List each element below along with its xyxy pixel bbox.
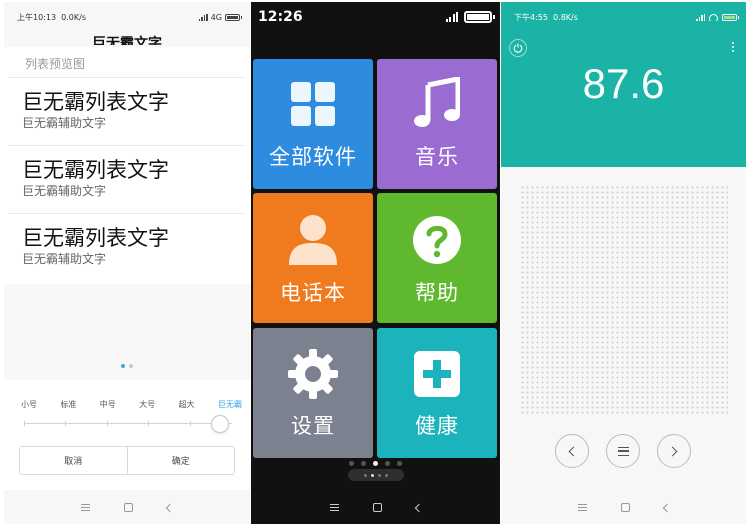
tile-label: 电话本: [280, 281, 346, 305]
slider-handle[interactable]: [211, 415, 229, 433]
music-note-icon: [414, 77, 460, 127]
size-option-large[interactable]: 大号: [139, 399, 155, 410]
tile-health[interactable]: 健康: [377, 328, 497, 458]
list-item: 巨无霸列表文字 巨无霸辅助文字: [8, 146, 246, 214]
home-icon[interactable]: [124, 503, 133, 512]
navigation-bar: [501, 491, 746, 524]
plus-icon: [414, 351, 460, 397]
list-item-subtitle: 巨无霸辅助文字: [22, 252, 107, 266]
wifi-icon: [709, 13, 718, 21]
navigation-bar: [251, 491, 500, 524]
menu-icon[interactable]: [329, 504, 339, 511]
status-bar: 上午10:13 0.0K/s 4G: [4, 2, 250, 32]
battery-icon: [464, 11, 495, 23]
size-option-medium[interactable]: 中号: [100, 399, 116, 410]
elderly-launcher-screen: 12:26 全部软件 音乐 电话本 帮助 设置 健康: [251, 2, 500, 524]
font-size-slider[interactable]: [24, 421, 232, 426]
dialog-buttons: 取消 确定: [19, 446, 235, 475]
battery-icon: [225, 13, 242, 21]
tile-label: 帮助: [415, 281, 459, 305]
status-time-speed: 上午10:13 0.0K/s: [17, 12, 86, 22]
list-item-title: 巨无霸列表文字: [22, 90, 169, 114]
menu-icon[interactable]: [577, 504, 587, 511]
chevron-left-icon: [568, 446, 579, 456]
more-options-icon[interactable]: [732, 42, 734, 52]
tile-label: 设置: [291, 414, 335, 438]
chevron-right-icon: [667, 446, 678, 456]
tile-help[interactable]: 帮助: [377, 193, 497, 323]
list-item: 巨无霸列表文字 巨无霸辅助文字: [8, 78, 246, 146]
home-icon[interactable]: [372, 503, 382, 512]
list-item-subtitle: 巨无霸辅助文字: [22, 184, 107, 198]
signal-icon: [198, 13, 208, 21]
tile-label: 健康: [415, 414, 459, 438]
power-button[interactable]: [509, 39, 527, 57]
home-icon[interactable]: [620, 503, 630, 512]
navigation-bar: [4, 491, 250, 524]
status-time-speed: 下午4:55 0.8K/s: [514, 12, 578, 22]
power-icon: [513, 43, 523, 53]
status-icons: 4G: [198, 12, 242, 22]
font-size-panel: 小号 标准 中号 大号 超大 巨无霸 取消 确定: [4, 380, 250, 490]
size-option-standard[interactable]: 标准: [60, 399, 76, 410]
grid-icon: [291, 82, 335, 126]
frequency-display: 87.6: [582, 60, 665, 107]
tile-label: 音乐: [415, 145, 459, 169]
speaker-grille: [520, 185, 728, 415]
size-option-xlarge[interactable]: 超大: [179, 399, 195, 410]
status-time: 12:26: [258, 9, 303, 25]
size-option-small[interactable]: 小号: [21, 399, 37, 410]
tile-music[interactable]: 音乐: [377, 59, 497, 189]
status-bar: 下午4:55 0.8K/s: [501, 2, 746, 32]
confirm-button[interactable]: 确定: [128, 447, 235, 474]
list-item-title: 巨无霸列表文字: [22, 226, 169, 250]
contact-icon: [289, 215, 337, 265]
signal-icon: [696, 13, 705, 21]
list-item-subtitle: 巨无霸辅助文字: [22, 116, 107, 130]
list-item-title: 巨无霸列表文字: [22, 158, 169, 182]
font-size-settings-screen: 上午10:13 0.0K/s 4G 巨无霸文字 列表预览图 巨无霸列表文字 巨无…: [4, 2, 250, 524]
station-list-button[interactable]: [606, 434, 640, 468]
list-icon: [617, 446, 629, 456]
previous-station-button[interactable]: [555, 434, 589, 468]
fm-radio-screen: 下午4:55 0.8K/s 87.6: [501, 2, 746, 524]
battery-icon: [722, 13, 739, 21]
size-option-huge[interactable]: 巨无霸: [218, 399, 242, 410]
page-indicator-pill: [348, 469, 404, 481]
status-icons: [696, 13, 739, 21]
page-title: 巨无霸文字: [92, 36, 162, 45]
preview-page-indicator: [4, 364, 250, 368]
back-icon[interactable]: [414, 503, 423, 512]
cancel-button[interactable]: 取消: [20, 447, 128, 474]
preview-label: 列表预览图: [8, 47, 246, 78]
font-size-labels: 小号 标准 中号 大号 超大 巨无霸: [4, 380, 250, 410]
page-indicator: [251, 461, 500, 466]
list-item: 巨无霸列表文字 巨无霸辅助文字: [8, 214, 246, 282]
menu-icon[interactable]: [81, 504, 90, 511]
list-preview-card: 列表预览图 巨无霸列表文字 巨无霸辅助文字 巨无霸列表文字 巨无霸辅助文字 巨无…: [4, 47, 250, 284]
network-type: 4G: [210, 12, 222, 22]
status-bar: 12:26: [251, 2, 500, 32]
status-icons: [445, 11, 495, 23]
radio-header: 下午4:55 0.8K/s 87.6: [501, 2, 746, 167]
signal-icon: [445, 12, 458, 22]
tile-contacts[interactable]: 电话本: [253, 193, 373, 323]
gear-icon: [288, 349, 338, 399]
next-station-button[interactable]: [657, 434, 691, 468]
back-icon[interactable]: [165, 503, 175, 512]
back-icon[interactable]: [662, 503, 671, 512]
tile-label: 全部软件: [269, 145, 357, 169]
tile-all-apps[interactable]: 全部软件: [253, 59, 373, 189]
tile-settings[interactable]: 设置: [253, 328, 373, 458]
question-icon: [413, 216, 461, 264]
